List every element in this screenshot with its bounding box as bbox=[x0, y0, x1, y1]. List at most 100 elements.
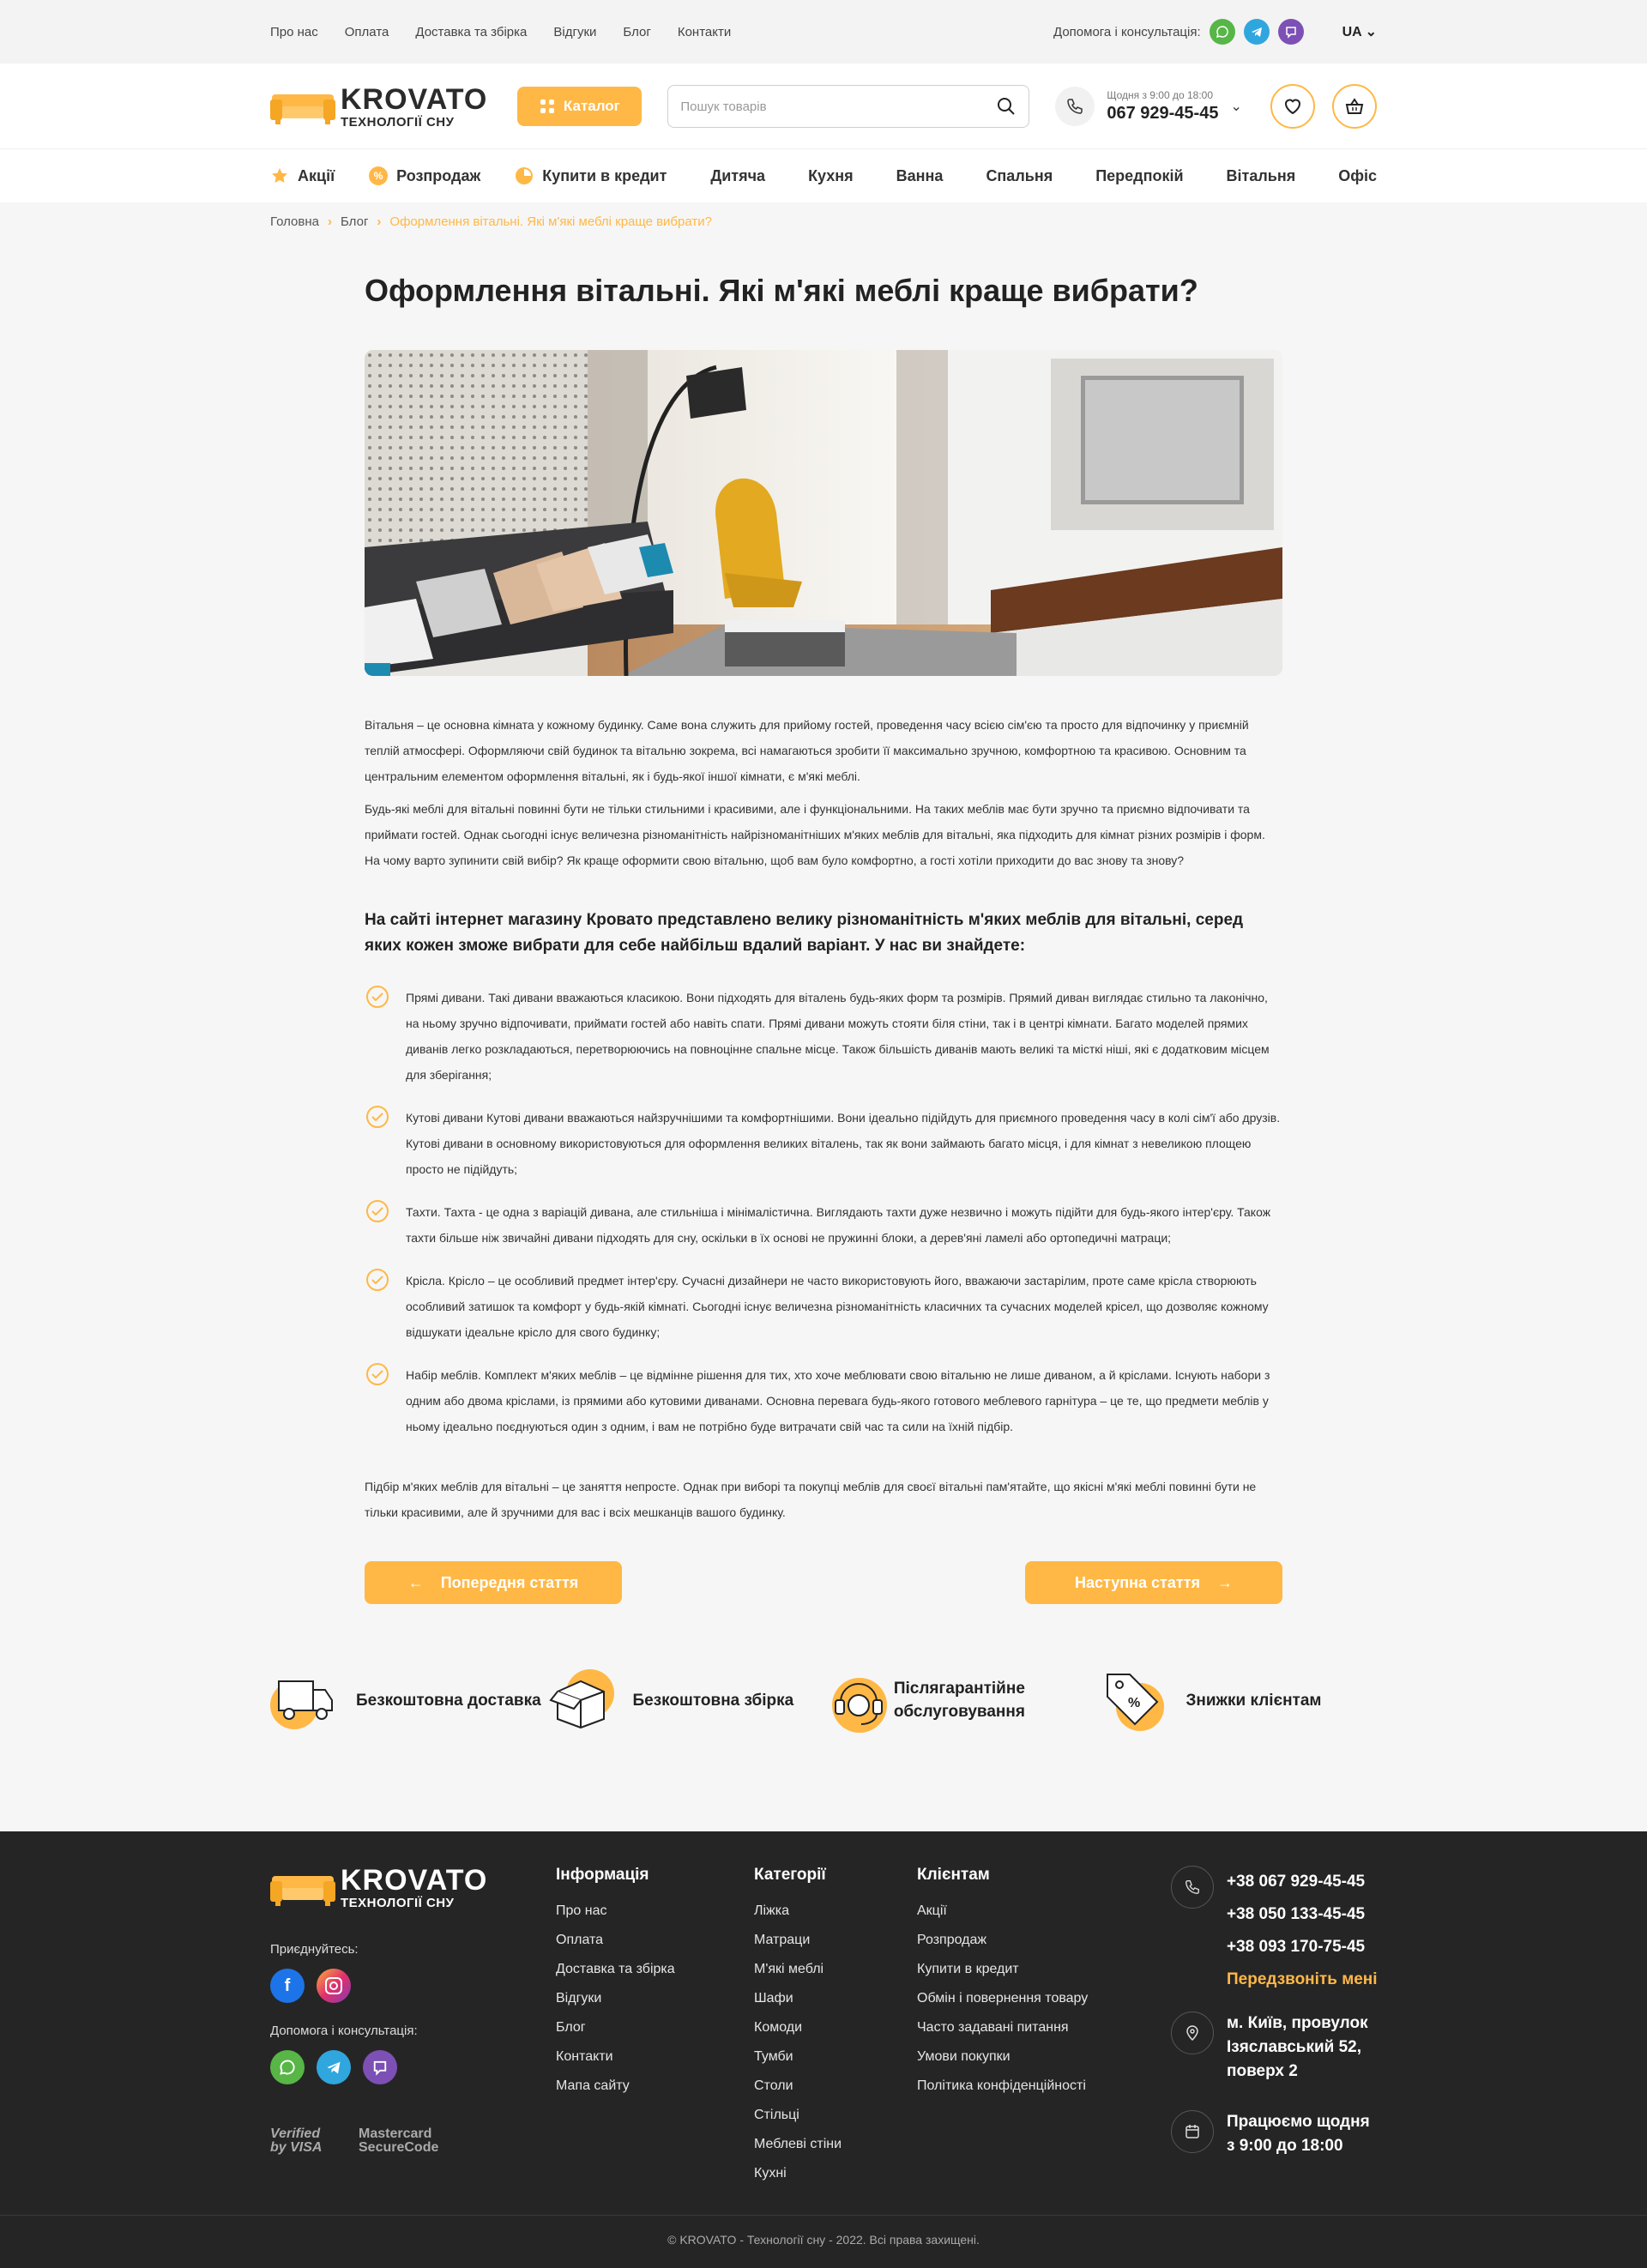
breadcrumb-blog[interactable]: Блог bbox=[341, 214, 368, 229]
footer-phone[interactable]: +38 050 133-45-45 bbox=[1227, 1898, 1398, 1931]
nav-hallway[interactable]: Передпокій bbox=[1095, 167, 1183, 185]
nav-sale[interactable]: % Розпродаж bbox=[369, 166, 480, 185]
whatsapp-icon[interactable] bbox=[1209, 19, 1235, 45]
footer-link[interactable]: Обмін і повернення товару bbox=[917, 1984, 1088, 2013]
article: Оформлення вітальні. Які м'які меблі кра… bbox=[365, 272, 1282, 1605]
callback-link[interactable]: Передзвоніть мені bbox=[1227, 1963, 1398, 1996]
top-link-about[interactable]: Про нас bbox=[270, 25, 318, 39]
prev-article-label: Попередня стаття bbox=[440, 1573, 579, 1591]
nav-credit[interactable]: Купити в кредит bbox=[515, 166, 667, 185]
phone-block[interactable]: Щодня з 9:00 до 18:00 067 929-45-45 ⌄ bbox=[1055, 87, 1242, 126]
nav-living-room[interactable]: Вітальня bbox=[1227, 167, 1296, 185]
footer-info-column: Інформація Про нас Оплата Доставка та зб… bbox=[556, 1866, 675, 2101]
list-item: Тахти. Тахта - це одна з варіацій дивана… bbox=[365, 1199, 1282, 1251]
nav-bathroom[interactable]: Ванна bbox=[896, 167, 944, 185]
chevron-down-icon[interactable]: ⌄ bbox=[1230, 98, 1241, 115]
top-link-contacts[interactable]: Контакти bbox=[678, 25, 731, 39]
nav-office[interactable]: Офіс bbox=[1338, 167, 1377, 185]
top-link-delivery[interactable]: Доставка та збірка bbox=[415, 25, 527, 39]
footer-link[interactable]: Блог bbox=[556, 2013, 675, 2042]
whatsapp-icon[interactable] bbox=[270, 2050, 305, 2084]
visa-verified-logo: Verified by VISA bbox=[270, 2126, 323, 2155]
heart-icon bbox=[1284, 99, 1301, 115]
list-item: Крісла. Крісло – це особливий предмет ін… bbox=[365, 1268, 1282, 1345]
cart-button[interactable] bbox=[1332, 84, 1377, 129]
main-nav: Акції % Розпродаж Купити в кредит Дитяча … bbox=[0, 149, 1647, 202]
wishlist-button[interactable] bbox=[1270, 84, 1315, 129]
next-article-button[interactable]: Наступна стаття → bbox=[1025, 1561, 1282, 1605]
benefit-label: Безкоштовна доставка bbox=[356, 1691, 541, 1710]
footer-link[interactable]: М'які меблі bbox=[754, 1955, 842, 1984]
footer-link[interactable]: Відгуки bbox=[556, 1984, 675, 2013]
discount-tag-icon: % bbox=[1101, 1666, 1169, 1734]
chevron-down-icon: ⌄ bbox=[1365, 25, 1377, 39]
viber-icon[interactable] bbox=[1277, 19, 1304, 45]
footer-link[interactable]: Шафи bbox=[754, 1984, 842, 2013]
footer-link[interactable]: Доставка та збірка bbox=[556, 1955, 675, 1984]
chevron-right-icon: › bbox=[377, 214, 382, 229]
nav-bedroom[interactable]: Спальня bbox=[986, 167, 1053, 185]
prev-article-button[interactable]: ← Попередня стаття bbox=[365, 1561, 622, 1605]
language-selector[interactable]: UA ⌄ bbox=[1342, 23, 1377, 40]
footer-link[interactable]: Оплата bbox=[556, 1926, 675, 1955]
breadcrumb: Головна › Блог › Оформлення вітальні. Як… bbox=[270, 202, 1377, 229]
top-link-payment[interactable]: Оплата bbox=[345, 25, 389, 39]
footer-link[interactable]: Умови покупки bbox=[917, 2042, 1088, 2072]
footer: KROVATO ТЕХНОЛОГІЇ СНУ Приєднуйтесь: f Д… bbox=[0, 1831, 1647, 2268]
check-circle-icon bbox=[365, 985, 390, 1010]
feature-list: Прямі дивани. Такі дивани вважаються кла… bbox=[365, 985, 1282, 1439]
footer-link[interactable]: Меблеві стіни bbox=[754, 2130, 842, 2159]
instagram-icon[interactable] bbox=[317, 1969, 351, 2003]
facebook-icon[interactable]: f bbox=[270, 1969, 305, 2003]
search-icon[interactable] bbox=[996, 96, 1017, 117]
location-pin-icon bbox=[1171, 2012, 1214, 2054]
benefit-item: % Знижки клієнтам bbox=[1101, 1666, 1378, 1734]
nav-promotions-label: Акції bbox=[298, 166, 335, 184]
footer-link[interactable]: Контакти bbox=[556, 2042, 675, 2072]
viber-icon[interactable] bbox=[363, 2050, 397, 2084]
footer-link[interactable]: Комоди bbox=[754, 2013, 842, 2042]
footer-link[interactable]: Про нас bbox=[556, 1897, 675, 1926]
footer-link[interactable]: Часто задавані питання bbox=[917, 2013, 1088, 2042]
footer-link[interactable]: Мапа сайту bbox=[556, 2072, 675, 2101]
nav-promotions[interactable]: Акції bbox=[270, 166, 335, 185]
footer-link[interactable]: Розпродаж bbox=[917, 1926, 1088, 1955]
footer-logo[interactable]: KROVATO ТЕХНОЛОГІЇ СНУ bbox=[270, 1866, 487, 1909]
footer-phone[interactable]: +38 093 170-75-45 bbox=[1227, 1931, 1398, 1963]
pie-chart-icon bbox=[516, 167, 534, 184]
footer-phone[interactable]: +38 067 929-45-45 bbox=[1227, 1866, 1398, 1898]
nav-kids[interactable]: Дитяча bbox=[710, 167, 765, 185]
arrow-right-icon: → bbox=[1217, 1573, 1234, 1591]
check-circle-icon bbox=[365, 1362, 390, 1388]
logo[interactable]: KROVATO ТЕХНОЛОГІЇ СНУ bbox=[270, 85, 487, 129]
telegram-icon[interactable] bbox=[317, 2050, 351, 2084]
footer-link[interactable]: Ліжка bbox=[754, 1897, 842, 1926]
breadcrumb-home[interactable]: Головна bbox=[270, 214, 319, 229]
telegram-icon[interactable] bbox=[1243, 19, 1270, 45]
copyright: © KROVATO - Технології сну - 2022. Всі п… bbox=[0, 2215, 1647, 2247]
list-item-text: Прямі дивани. Такі дивани вважаються кла… bbox=[406, 991, 1270, 1083]
footer-brand: KROVATO ТЕХНОЛОГІЇ СНУ Приєднуйтесь: f Д… bbox=[270, 1866, 487, 2084]
list-item: Прямі дивани. Такі дивани вважаються кла… bbox=[365, 985, 1282, 1088]
footer-link[interactable]: Кухні bbox=[754, 2159, 842, 2188]
footer-link[interactable]: Купити в кредит bbox=[917, 1955, 1088, 1984]
footer-link[interactable]: Політика конфіденційності bbox=[917, 2072, 1088, 2101]
header-phone[interactable]: 067 929-45-45 bbox=[1107, 104, 1218, 124]
footer-link[interactable]: Стільці bbox=[754, 2101, 842, 2130]
benefit-item: Безкоштовна доставка bbox=[270, 1666, 547, 1734]
footer-link[interactable]: Столи bbox=[754, 2072, 842, 2101]
address-text: м. Київ, провулок Ізяславський 52, повер… bbox=[1227, 2014, 1368, 2080]
logo-tagline: ТЕХНОЛОГІЇ СНУ bbox=[341, 114, 455, 130]
footer-link[interactable]: Тумби bbox=[754, 2042, 842, 2072]
top-link-reviews[interactable]: Відгуки bbox=[553, 25, 596, 39]
catalog-button[interactable]: Каталог bbox=[517, 87, 643, 126]
footer-link[interactable]: Акції bbox=[917, 1897, 1088, 1926]
intro-paragraph: Будь-які меблі для вітальні повинні бути… bbox=[365, 802, 1265, 868]
search-input[interactable]: Пошук товарів bbox=[667, 85, 1030, 128]
top-link-blog[interactable]: Блог bbox=[623, 25, 650, 39]
benefit-item: Післягарантійне обслуговування bbox=[824, 1666, 1101, 1734]
nav-kitchen[interactable]: Кухня bbox=[808, 167, 854, 185]
svg-text:%: % bbox=[1128, 1696, 1140, 1710]
footer-link[interactable]: Матраци bbox=[754, 1926, 842, 1955]
breadcrumb-current: Оформлення вітальні. Які м'які меблі кра… bbox=[389, 214, 712, 229]
